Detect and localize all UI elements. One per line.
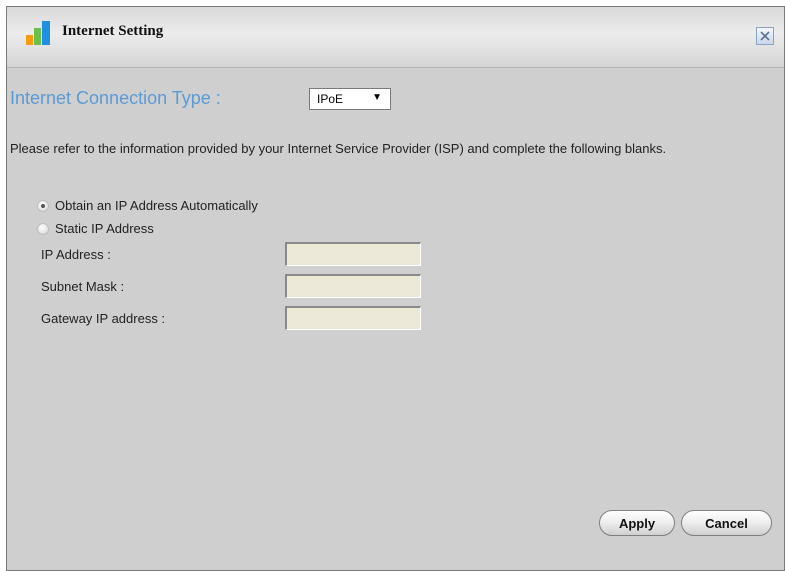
gateway-ip-label: Gateway IP address : [41, 311, 166, 326]
subnet-mask-input[interactable] [285, 274, 421, 298]
cancel-button[interactable]: Cancel [681, 510, 772, 536]
internet-setting-dialog: Internet Setting Internet Connection Typ… [6, 6, 785, 571]
apply-button[interactable]: Apply [599, 510, 675, 536]
close-button[interactable] [756, 27, 774, 45]
signal-bars-icon [26, 21, 50, 45]
dialog-content: Internet Connection Type : IPoE ▼ Please… [7, 68, 784, 570]
subnet-mask-label: Subnet Mask : [41, 279, 125, 294]
dialog-titlebar: Internet Setting [7, 7, 784, 68]
close-icon [760, 31, 770, 41]
connection-type-value: IPoE [317, 92, 344, 106]
ip-address-label: IP Address : [41, 247, 111, 262]
radio-auto-icon[interactable] [37, 199, 49, 212]
dropdown-arrow-icon: ▼ [372, 92, 382, 103]
dialog-title: Internet Setting [62, 23, 164, 39]
isp-description: Please refer to the information provided… [10, 141, 667, 156]
connection-type-select[interactable]: IPoE ▼ [309, 88, 391, 110]
gateway-ip-input[interactable] [285, 306, 421, 330]
radio-static-icon[interactable] [37, 222, 49, 235]
static-ip-label: Static IP Address [55, 221, 154, 236]
obtain-ip-auto-option[interactable]: Obtain an IP Address Automatically [37, 198, 258, 213]
connection-type-label: Internet Connection Type : [10, 88, 221, 108]
ip-address-input[interactable] [285, 242, 421, 266]
obtain-ip-auto-label: Obtain an IP Address Automatically [55, 198, 258, 213]
static-ip-option[interactable]: Static IP Address [37, 221, 154, 236]
